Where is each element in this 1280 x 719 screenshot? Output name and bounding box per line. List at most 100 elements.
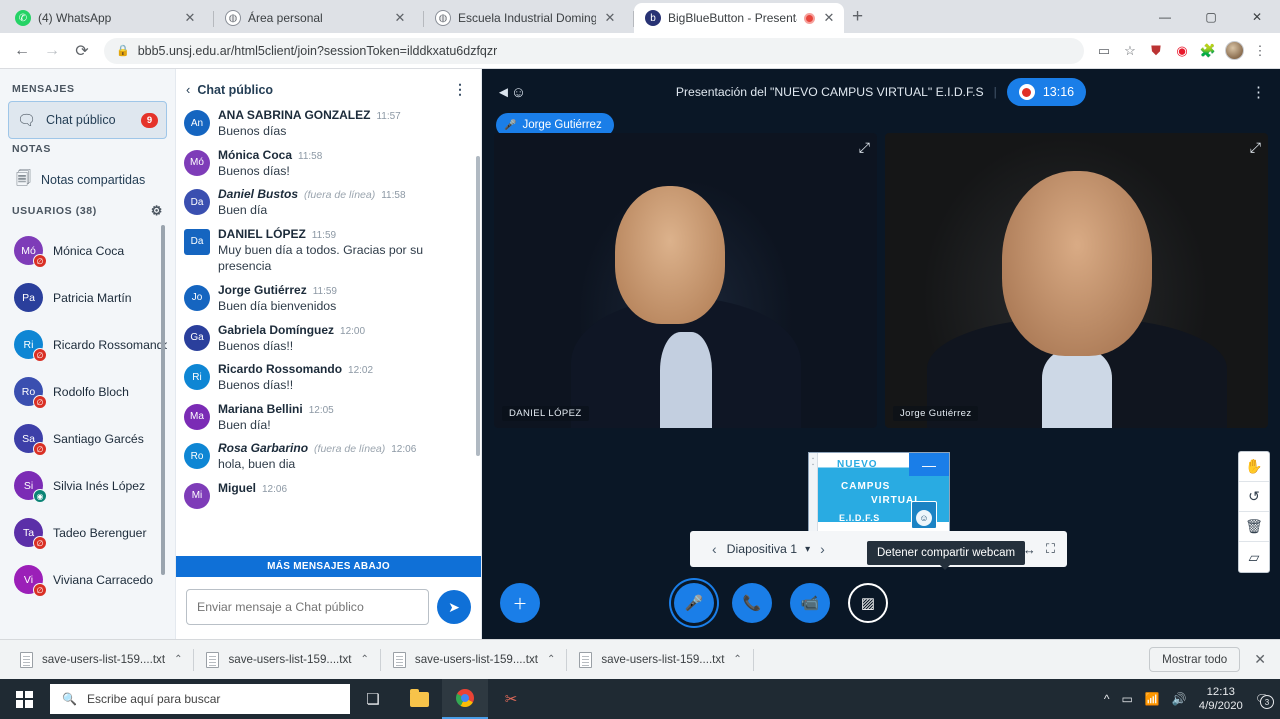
list-item[interactable]: Ta ∅ Tadeo Berenguer: [8, 509, 167, 556]
snipping-tool-icon[interactable]: ✂: [488, 679, 534, 719]
chevron-left-icon[interactable]: ‹: [186, 82, 190, 97]
gear-icon[interactable]: ⚙: [151, 203, 163, 219]
expand-icon[interactable]: ⤢: [1250, 139, 1261, 156]
download-filename: save-users-list-159....txt: [414, 653, 538, 666]
meeting-stage: ◄☺ Presentación del "NUEVO CAMPUS VIRTUA…: [482, 69, 1280, 639]
reload-button[interactable]: ⟳: [68, 37, 96, 65]
chevron-up-icon[interactable]: ⌃: [733, 654, 741, 665]
avatar-initials: Da: [190, 196, 204, 208]
chrome-icon[interactable]: [442, 679, 488, 719]
avatar: Ma: [184, 403, 210, 430]
list-item[interactable]: Ri ∅ Ricardo Rossomando: [8, 321, 167, 368]
more-messages-below-button[interactable]: MÁS MENSAJES ABAJO: [176, 556, 481, 577]
task-view-icon[interactable]: ❏: [350, 679, 396, 719]
file-explorer-icon[interactable]: [396, 679, 442, 719]
expand-icon[interactable]: ⤢: [859, 139, 870, 156]
fullscreen-icon[interactable]: ⛶: [1046, 541, 1055, 557]
hand-pan-icon[interactable]: ✋: [1239, 452, 1269, 482]
forward-button[interactable]: →: [38, 37, 66, 65]
webcam-tile[interactable]: ⤢ DANIEL LÓPEZ: [494, 133, 877, 428]
undo-icon[interactable]: ↺: [1239, 482, 1269, 512]
users-icon[interactable]: ◄☺: [496, 84, 526, 101]
chat-message-list[interactable]: An ANA SABRINA GONZALEZ 11:57 Buenos día…: [176, 106, 481, 556]
taskbar-search-input[interactable]: 🔍 Escribe aquí para buscar: [50, 684, 350, 714]
chat-scrollbar[interactable]: [476, 156, 480, 456]
opera-icon[interactable]: ◉: [1170, 39, 1194, 63]
list-item[interactable]: Sa ∅ Santiago Garcés: [8, 415, 167, 462]
list-item[interactable]: Ro ∅ Rodolfo Bloch: [8, 368, 167, 415]
wifi-icon[interactable]: 📶: [1145, 692, 1160, 706]
chevron-right-icon[interactable]: ›: [820, 541, 825, 557]
kebab-menu-icon[interactable]: ⋮: [453, 81, 467, 98]
close-tab-icon[interactable]: ✕: [603, 10, 617, 26]
user-list-scrollbar[interactable]: [161, 225, 165, 575]
extensions-icon[interactable]: 🧩: [1196, 39, 1220, 63]
webcam-tray-icon[interactable]: ▭: [1122, 692, 1133, 706]
kebab-menu-icon[interactable]: ⋮: [1251, 83, 1266, 101]
windows-start-icon[interactable]: [0, 679, 48, 719]
kebab-menu-icon[interactable]: ⋮: [1248, 39, 1272, 63]
chevron-up-icon[interactable]: ⌃: [361, 654, 369, 665]
screen-share-off-icon[interactable]: ▨: [848, 583, 888, 623]
maximize-window-button[interactable]: ▢: [1188, 0, 1234, 33]
chevron-up-icon[interactable]: ⌃: [174, 654, 182, 665]
sidebar-item-public-chat[interactable]: 🗨 Chat público 9: [8, 101, 167, 139]
webcam-tile[interactable]: ⤢ Jorge Gutiérrez: [885, 133, 1268, 428]
chat-message-input[interactable]: [186, 589, 429, 625]
tray-expand-icon[interactable]: ^: [1104, 692, 1110, 706]
list-item[interactable]: Si ◉ Silvia Inés López: [8, 462, 167, 509]
multi-user-whiteboard-icon[interactable]: ▱: [1239, 542, 1269, 572]
download-item[interactable]: save-users-list-159....txt ⌃: [567, 646, 755, 674]
meeting-actions-bar: ＋ 🎤 📞 📹 ▨: [482, 579, 1280, 627]
trash-icon[interactable]: 🗑: [1239, 512, 1269, 542]
chat-title: Chat público: [197, 82, 274, 97]
meeting-header: ◄☺ Presentación del "NUEVO CAMPUS VIRTUA…: [482, 69, 1280, 115]
minimize-window-button[interactable]: —: [1142, 0, 1188, 33]
browser-tab-area-personal[interactable]: ◍ Área personal ✕: [214, 3, 424, 33]
plus-icon[interactable]: ＋: [500, 583, 540, 623]
user-name: Silvia Inés López: [53, 478, 146, 493]
video-camera-icon[interactable]: 📹: [790, 583, 830, 623]
minimize-presentation-button[interactable]: —: [909, 453, 949, 476]
notifications-icon[interactable]: 🗨 3: [1255, 692, 1274, 709]
chevron-up-icon[interactable]: ⌃: [547, 654, 555, 665]
send-icon[interactable]: ➤: [437, 590, 471, 624]
download-item[interactable]: save-users-list-159....txt ⌃: [8, 646, 195, 674]
chevron-down-icon[interactable]: ▾: [805, 544, 810, 555]
list-item[interactable]: Mó ∅ Mónica Coca: [8, 227, 167, 274]
volume-icon[interactable]: 🔊: [1172, 692, 1187, 706]
message-author: Ricardo Rossomando: [218, 362, 343, 377]
slide-side-rail: ▪ ▪: [809, 453, 818, 533]
user-list[interactable]: Mó ∅ Mónica Coca Pa Patricia Martín Ri ∅: [8, 225, 167, 639]
address-bar[interactable]: 🔒 bbb5.unsj.edu.ar/html5client/join?sess…: [104, 37, 1084, 64]
recording-button[interactable]: 13:16: [1006, 78, 1087, 106]
download-item[interactable]: save-users-list-159....txt ⌃: [194, 646, 382, 674]
close-window-button[interactable]: ✕: [1234, 0, 1280, 33]
browser-tab-bigbluebutton[interactable]: b BigBlueButton - Presentación ✕: [634, 3, 844, 33]
download-item[interactable]: save-users-list-159....txt ⌃: [381, 646, 568, 674]
browser-tab-escuela-industrial[interactable]: ◍ Escuela Industrial Domingo Faust ✕: [424, 3, 634, 33]
message-time: 12:00: [340, 325, 366, 337]
presentation-thumbnail[interactable]: NUEVO CAMPUS VIRTUAL E.I.D.F.S ☺ ▪ ▪ —: [808, 452, 950, 534]
slide-selector[interactable]: Diapositiva 1 ▾: [727, 542, 810, 556]
list-item[interactable]: Pa Patricia Martín: [8, 274, 167, 321]
camera-icon[interactable]: ▭: [1092, 39, 1116, 63]
message-time: 11:59: [312, 285, 337, 297]
star-icon[interactable]: ☆: [1118, 39, 1142, 63]
pdf-icon[interactable]: ⛊: [1144, 39, 1168, 63]
phone-icon[interactable]: 📞: [732, 583, 772, 623]
taskbar-clock[interactable]: 12:13 4/9/2020: [1199, 685, 1243, 713]
show-all-downloads-button[interactable]: Mostrar todo: [1149, 647, 1241, 672]
close-downloads-bar-button[interactable]: ✕: [1254, 651, 1266, 668]
close-tab-icon[interactable]: ✕: [822, 10, 836, 26]
close-tab-icon[interactable]: ✕: [183, 10, 197, 26]
microphone-icon[interactable]: 🎤: [674, 583, 714, 623]
new-tab-button[interactable]: +: [852, 6, 863, 28]
back-button[interactable]: ←: [8, 37, 36, 65]
close-tab-icon[interactable]: ✕: [393, 10, 407, 26]
list-item[interactable]: Vi ∅ Viviana Carracedo: [8, 556, 167, 603]
browser-tab-whatsapp[interactable]: ✆ (4) WhatsApp ✕: [4, 3, 214, 33]
sidebar-item-shared-notes[interactable]: 🗐 Notas compartidas: [8, 161, 167, 199]
chevron-left-icon[interactable]: ‹: [712, 541, 717, 557]
profile-avatar[interactable]: [1222, 39, 1246, 63]
